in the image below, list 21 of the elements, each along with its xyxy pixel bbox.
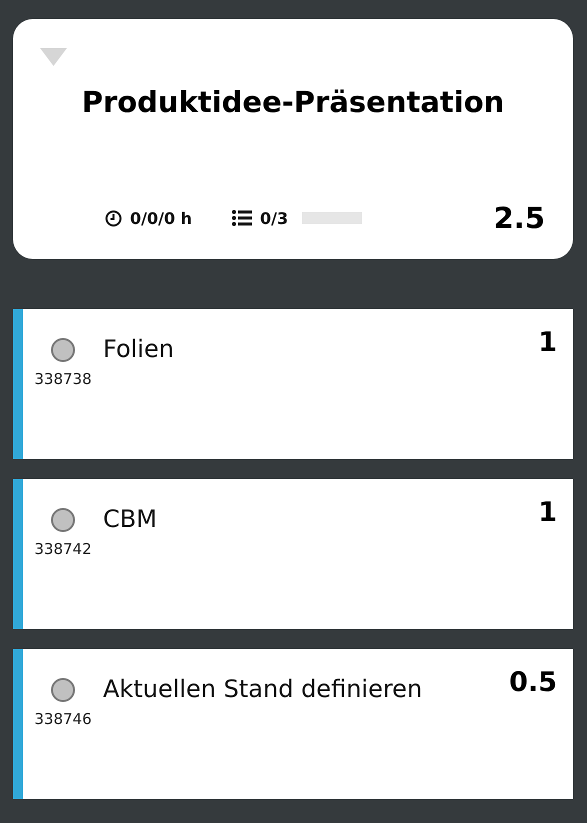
task-points: 1 (538, 497, 557, 528)
task-count: 0/3 (260, 208, 288, 228)
time-text: 0/0/0 h (130, 208, 192, 228)
task-title: CBM (103, 505, 158, 533)
status-dot[interactable] (51, 678, 75, 702)
task-points: 1 (538, 327, 557, 358)
clock-icon (105, 210, 122, 226)
task-card[interactable]: 338742 CBM 1 (13, 479, 573, 629)
task-title: Folien (103, 335, 175, 363)
task-card[interactable]: 338746 Aktuellen Stand definieren 0.5 (13, 649, 573, 799)
list-icon (232, 210, 252, 226)
task-id: 338746 (34, 710, 92, 728)
points-total: 2.5 (494, 201, 545, 235)
task-card[interactable]: 338738 Folien 1 (13, 309, 573, 459)
card-title: Produktidee-Präsentation (82, 85, 504, 119)
task-id: 338742 (34, 540, 92, 558)
task-points: 0.5 (509, 667, 557, 698)
task-title: Aktuellen Stand definieren (103, 675, 424, 703)
task-id: 338738 (34, 370, 92, 388)
status-dot[interactable] (51, 508, 75, 532)
status-dot[interactable] (51, 338, 75, 362)
